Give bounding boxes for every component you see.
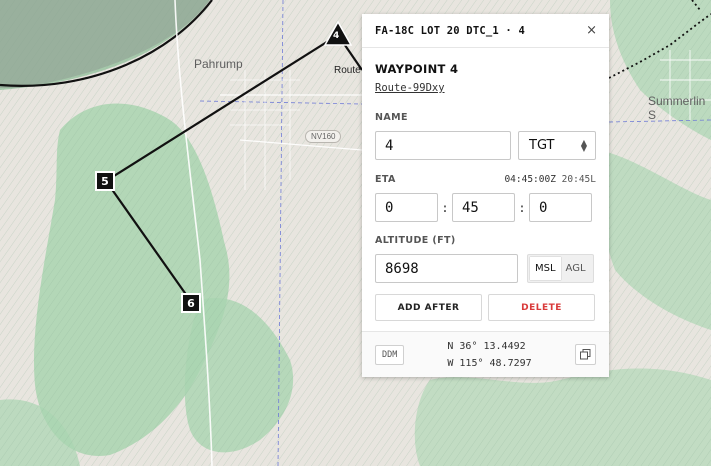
delete-button[interactable]: DELETE — [488, 294, 595, 321]
eta-zulu: 04:45:00Z — [504, 174, 556, 185]
waypoint-marker-4[interactable]: 4 — [333, 31, 339, 41]
eta-separator: : — [518, 200, 526, 215]
name-label: NAME — [375, 112, 408, 123]
route-link[interactable]: Route-99Dxy — [375, 82, 445, 94]
copy-icon-glyph — [580, 349, 591, 360]
add-after-button[interactable]: ADD AFTER — [375, 294, 482, 321]
longitude: W 115° 48.7297 — [447, 357, 532, 369]
coordinate-format-button[interactable]: DDM — [375, 344, 405, 365]
select-caret-icon: ▲ ▼ — [580, 137, 587, 153]
altitude-label: ALTITUDE (FT) — [375, 235, 456, 246]
altitude-msl-option[interactable]: MSL — [530, 257, 561, 280]
waypoint-type-select[interactable]: TGT ▲ ▼ — [518, 131, 596, 160]
panel-footer: DDM N 36° 13.4492 W 115° 48.7297 — [362, 331, 609, 377]
panel-body: WAYPOINT 4 Route-99Dxy NAME 4 TGT ▲ ▼ ETA… — [362, 48, 609, 321]
eta-seconds-input[interactable]: 0 — [529, 193, 592, 222]
altitude-input[interactable]: 8698 — [375, 254, 518, 283]
waypoint-type-value: TGT — [529, 138, 555, 153]
panel-header: FA-18C LOT 20 DTC_1 · 4 × — [362, 14, 609, 48]
altitude-reference-toggle: MSL AGL — [527, 254, 594, 283]
waypoint-panel: FA-18C LOT 20 DTC_1 · 4 × WAYPOINT 4 Rou… — [362, 14, 609, 377]
close-icon[interactable]: × — [586, 23, 597, 38]
eta-label: ETA — [375, 174, 396, 185]
map-label-pahrump: Pahrump — [194, 57, 243, 71]
altitude-agl-option[interactable]: AGL — [561, 257, 591, 280]
copy-icon[interactable] — [575, 344, 596, 365]
eta-times: 04:45:00Z 20:45L — [504, 174, 596, 185]
waypoint-title: WAYPOINT 4 — [375, 62, 459, 76]
waypoint-marker-6[interactable]: 6 — [181, 293, 201, 313]
map-label-summerlin: Summerlin S — [648, 94, 706, 122]
eta-local: 20:45L — [561, 174, 596, 185]
coordinates: N 36° 13.4492 W 115° 48.7297 — [447, 338, 531, 372]
eta-hours-input[interactable]: 0 — [375, 193, 438, 222]
map-label-route: Route — [334, 65, 361, 76]
eta-separator: : — [441, 200, 449, 215]
eta-minutes-input[interactable]: 45 — [452, 193, 515, 222]
name-input[interactable]: 4 — [375, 131, 511, 160]
latitude: N 36° 13.4492 — [447, 340, 526, 352]
panel-title: FA-18C LOT 20 DTC_1 · 4 — [375, 24, 525, 37]
waypoint-marker-5[interactable]: 5 — [95, 171, 115, 191]
road-shield-nv160: NV160 — [305, 130, 342, 143]
